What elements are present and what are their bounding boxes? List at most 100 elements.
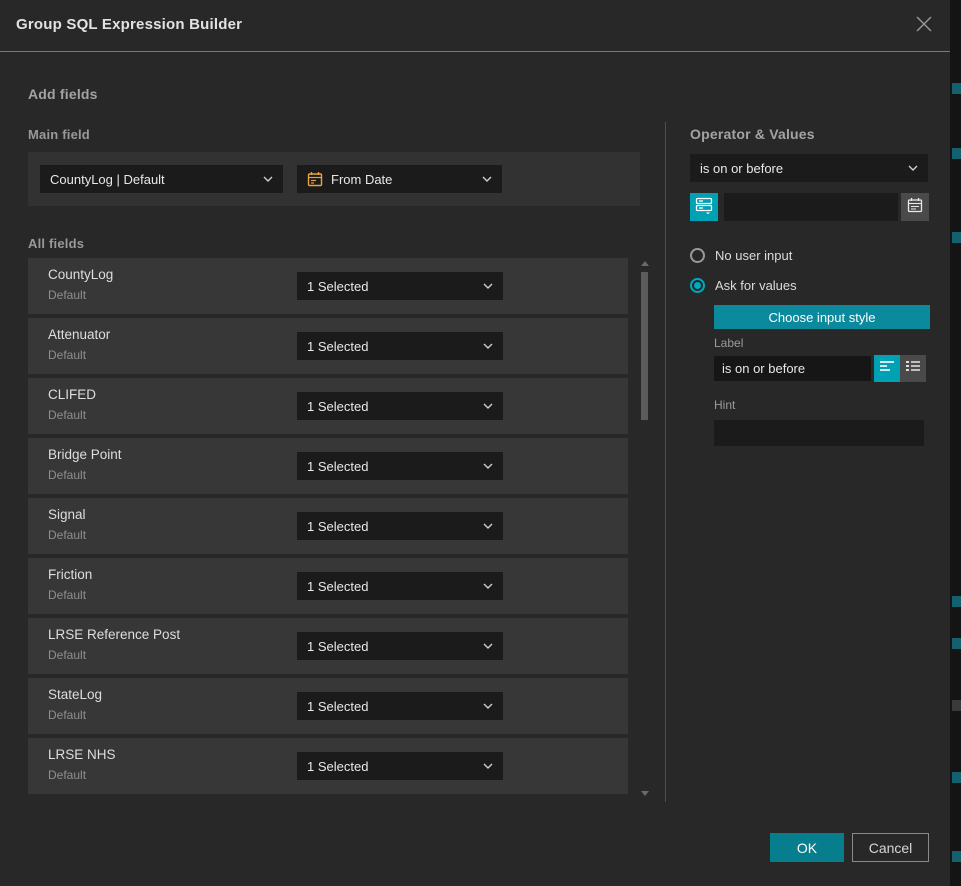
unique-values-icon: [695, 196, 713, 219]
close-icon: [915, 15, 933, 38]
strip-fragment: [952, 232, 961, 243]
field-row: LRSE NHS Default 1 Selected: [28, 738, 628, 794]
field-sublabel: Default: [48, 528, 86, 542]
field-selected-value: 1 Selected: [307, 399, 477, 414]
list-icon: [905, 359, 921, 378]
chevron-down-icon: [483, 703, 493, 709]
ok-button[interactable]: OK: [770, 833, 844, 862]
field-selected-dropdown[interactable]: 1 Selected: [297, 332, 503, 360]
radio-ask-for-values[interactable]: Ask for values: [690, 275, 797, 295]
main-field-field-dropdown-value: From Date: [331, 172, 476, 187]
radio-label: No user input: [715, 248, 792, 263]
field-selected-value: 1 Selected: [307, 759, 477, 774]
field-selected-value: 1 Selected: [307, 459, 477, 474]
field-selected-dropdown[interactable]: 1 Selected: [297, 512, 503, 540]
field-row: Attenuator Default 1 Selected: [28, 318, 628, 374]
hint-input[interactable]: [714, 420, 924, 446]
chevron-down-icon: [263, 176, 273, 182]
operator-dropdown[interactable]: is on or before: [690, 154, 928, 182]
field-sublabel: Default: [48, 468, 86, 482]
field-name: CLIFED: [48, 387, 96, 402]
date-value-input[interactable]: [724, 193, 898, 221]
chevron-down-icon: [482, 176, 492, 182]
label-field-label: Label: [714, 336, 743, 350]
field-selected-dropdown[interactable]: 1 Selected: [297, 752, 503, 780]
field-row: StateLog Default 1 Selected: [28, 678, 628, 734]
main-field-layer-dropdown[interactable]: CountyLog | Default: [40, 165, 283, 193]
choose-input-style-button[interactable]: Choose input style: [714, 305, 930, 329]
field-name: LRSE NHS: [48, 747, 116, 762]
field-sublabel: Default: [48, 348, 86, 362]
dialog-title: Group SQL Expression Builder: [16, 16, 242, 33]
chevron-down-icon: [483, 523, 493, 529]
field-selected-value: 1 Selected: [307, 339, 477, 354]
scroll-down-icon[interactable]: [641, 790, 649, 796]
radio-unselected-icon: [690, 248, 705, 263]
group-sql-expression-builder-dialog: Group SQL Expression Builder Add fields …: [0, 0, 950, 886]
field-sublabel: Default: [48, 708, 86, 722]
strip-fragment: [952, 851, 961, 862]
field-name: LRSE Reference Post: [48, 627, 180, 642]
field-selected-value: 1 Selected: [307, 279, 477, 294]
all-fields-label: All fields: [28, 236, 84, 251]
field-selected-dropdown[interactable]: 1 Selected: [297, 272, 503, 300]
screen: Group SQL Expression Builder Add fields …: [0, 0, 961, 886]
unique-values-button[interactable]: [690, 193, 718, 221]
field-selected-dropdown[interactable]: 1 Selected: [297, 632, 503, 660]
chevron-down-icon: [483, 403, 493, 409]
field-selected-value: 1 Selected: [307, 699, 477, 714]
list-style-button[interactable]: [900, 355, 926, 382]
field-name: Attenuator: [48, 327, 110, 342]
main-field-label: Main field: [28, 127, 90, 142]
scroll-up-icon[interactable]: [641, 260, 649, 266]
single-line-style-button[interactable]: [874, 355, 900, 382]
date-picker-button[interactable]: [901, 193, 929, 221]
operator-dropdown-value: is on or before: [700, 161, 902, 176]
chevron-down-icon: [483, 583, 493, 589]
calendar-icon: [307, 171, 323, 187]
strip-fragment: [952, 148, 961, 159]
chevron-down-icon: [483, 463, 493, 469]
field-selected-value: 1 Selected: [307, 639, 477, 654]
field-name: StateLog: [48, 687, 102, 702]
main-field-field-dropdown[interactable]: From Date: [297, 165, 502, 193]
chevron-down-icon: [483, 343, 493, 349]
align-left-icon: [879, 359, 895, 378]
main-field-panel: CountyLog | Default From Date: [28, 152, 640, 206]
field-name: CountyLog: [48, 267, 113, 282]
dialog-titlebar: Group SQL Expression Builder: [0, 0, 950, 52]
main-field-layer-dropdown-value: CountyLog | Default: [50, 172, 257, 187]
field-row: Bridge Point Default 1 Selected: [28, 438, 628, 494]
field-row: Signal Default 1 Selected: [28, 498, 628, 554]
radio-label: Ask for values: [715, 278, 797, 293]
field-selected-dropdown[interactable]: 1 Selected: [297, 452, 503, 480]
close-button[interactable]: [906, 8, 942, 44]
radio-no-user-input[interactable]: No user input: [690, 245, 792, 265]
field-sublabel: Default: [48, 288, 86, 302]
field-selected-dropdown[interactable]: 1 Selected: [297, 572, 503, 600]
panel-divider: [665, 122, 666, 802]
field-selected-dropdown[interactable]: 1 Selected: [297, 692, 503, 720]
field-sublabel: Default: [48, 408, 86, 422]
field-row: CountyLog Default 1 Selected: [28, 258, 628, 314]
strip-fragment: [952, 772, 961, 783]
field-name: Bridge Point: [48, 447, 122, 462]
calendar-icon: [907, 197, 923, 218]
field-row: Friction Default 1 Selected: [28, 558, 628, 614]
field-selected-value: 1 Selected: [307, 579, 477, 594]
field-row: LRSE Reference Post Default 1 Selected: [28, 618, 628, 674]
field-row: CLIFED Default 1 Selected: [28, 378, 628, 434]
field-sublabel: Default: [48, 768, 86, 782]
label-input[interactable]: [714, 356, 871, 381]
chevron-down-icon: [483, 643, 493, 649]
chevron-down-icon: [483, 763, 493, 769]
strip-fragment: [952, 596, 961, 607]
field-sublabel: Default: [48, 588, 86, 602]
operator-values-heading: Operator & Values: [690, 126, 815, 142]
background-app-strip: [950, 0, 961, 886]
cancel-button[interactable]: Cancel: [852, 833, 929, 862]
scrollbar-thumb[interactable]: [641, 272, 648, 420]
strip-fragment: [952, 638, 961, 649]
radio-selected-icon: [690, 278, 705, 293]
field-selected-dropdown[interactable]: 1 Selected: [297, 392, 503, 420]
